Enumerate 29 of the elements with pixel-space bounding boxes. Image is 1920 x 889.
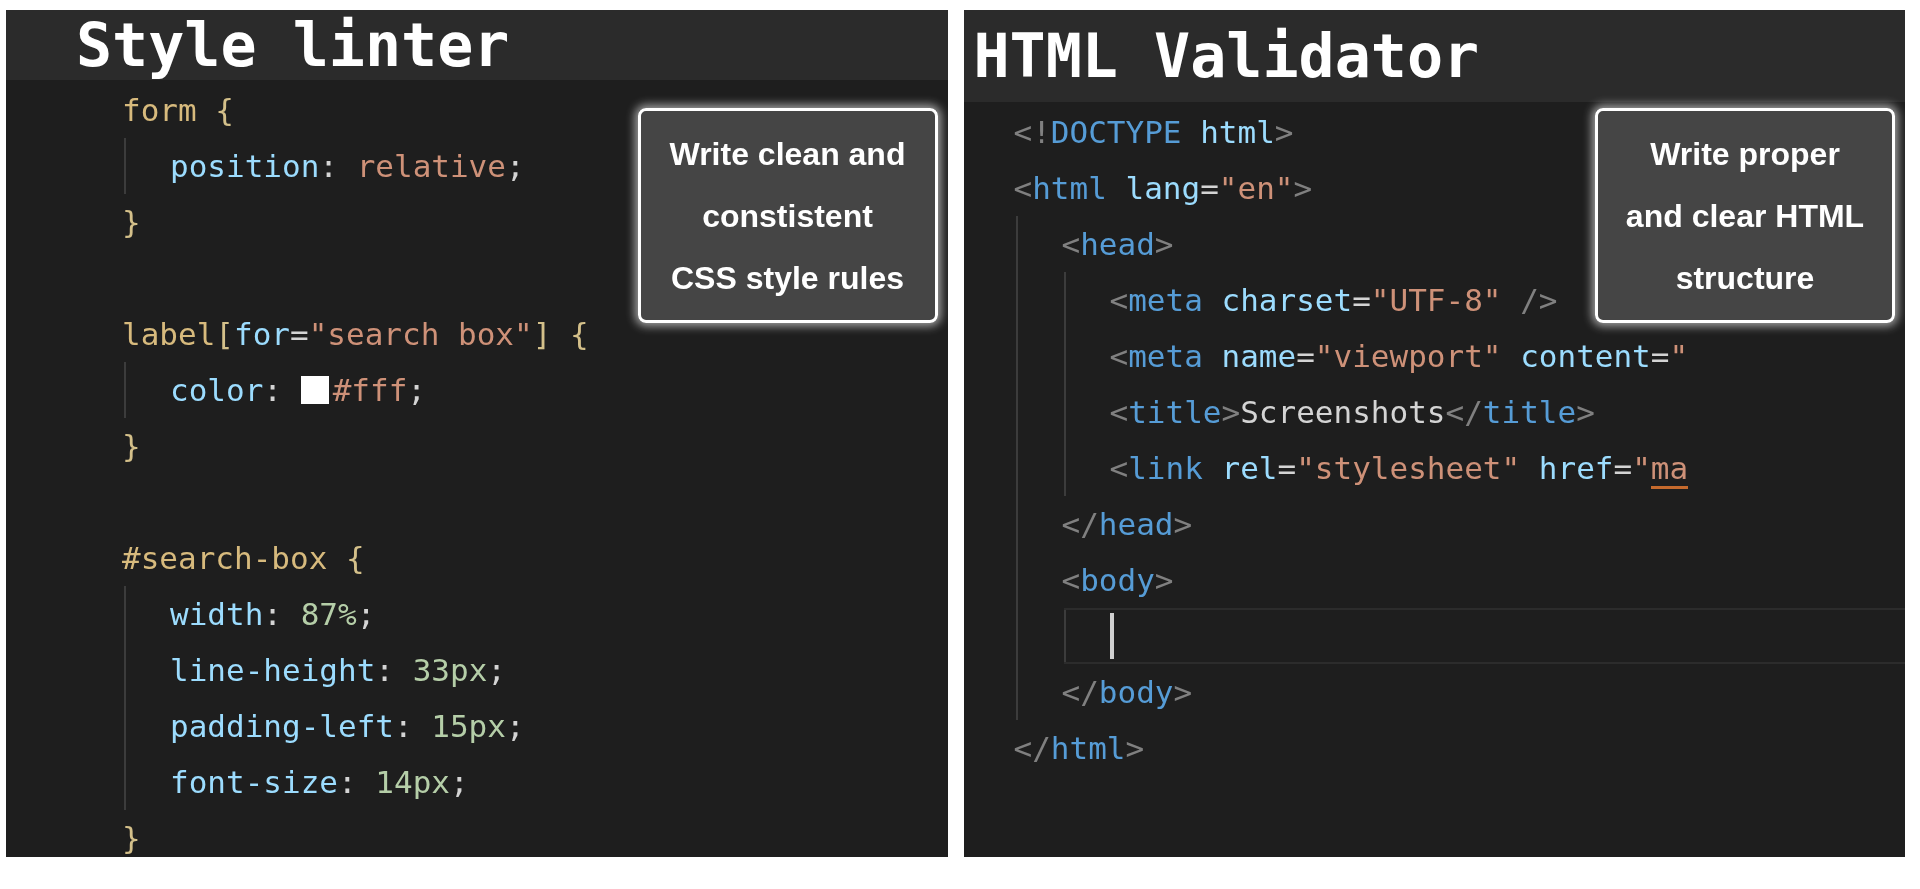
- code-line: </body>: [1061, 674, 1193, 710]
- code-line: <meta name="viewport" content=": [1109, 338, 1689, 374]
- code-line: font-size: 14px;: [170, 764, 469, 800]
- code-line: <meta charset="UTF-8" />: [1109, 282, 1558, 318]
- code-line: padding-left: 15px;: [170, 708, 525, 744]
- code-line: #search-box {: [122, 540, 365, 576]
- panel-title: HTML Validator: [973, 21, 1480, 91]
- code-line: color:: [170, 372, 283, 408]
- panel-title: Style linter: [76, 10, 510, 80]
- code-line: label[for="search box"] {: [122, 316, 589, 352]
- code-line: <link rel="stylesheet" href="ma: [1109, 450, 1689, 486]
- code-line: <head>: [1061, 226, 1174, 262]
- code-line: }: [122, 428, 141, 464]
- code-line: }: [122, 820, 141, 856]
- code-line: }: [122, 204, 141, 240]
- callout: Write clean and constistent CSS style rules: [637, 108, 938, 323]
- code-line: <title>Screenshots</title>: [1109, 394, 1595, 430]
- code-line: </head>: [1061, 506, 1193, 542]
- callout: Write proper and clear HTML structure: [1595, 108, 1895, 323]
- code-line: <body>: [1061, 562, 1174, 598]
- code-line: </html>: [1013, 730, 1145, 766]
- code-line: position: relative;: [170, 148, 525, 184]
- code-line: <!DOCTYPE html>: [1013, 114, 1294, 150]
- text-cursor: [1109, 613, 1114, 659]
- code-line: form {: [122, 92, 234, 128]
- code-line: line-height: 33px;: [170, 652, 506, 688]
- code-line: #fff;: [332, 372, 426, 408]
- code-line: width: 87%;: [170, 596, 376, 632]
- code-line: <html lang="en">: [1013, 170, 1313, 206]
